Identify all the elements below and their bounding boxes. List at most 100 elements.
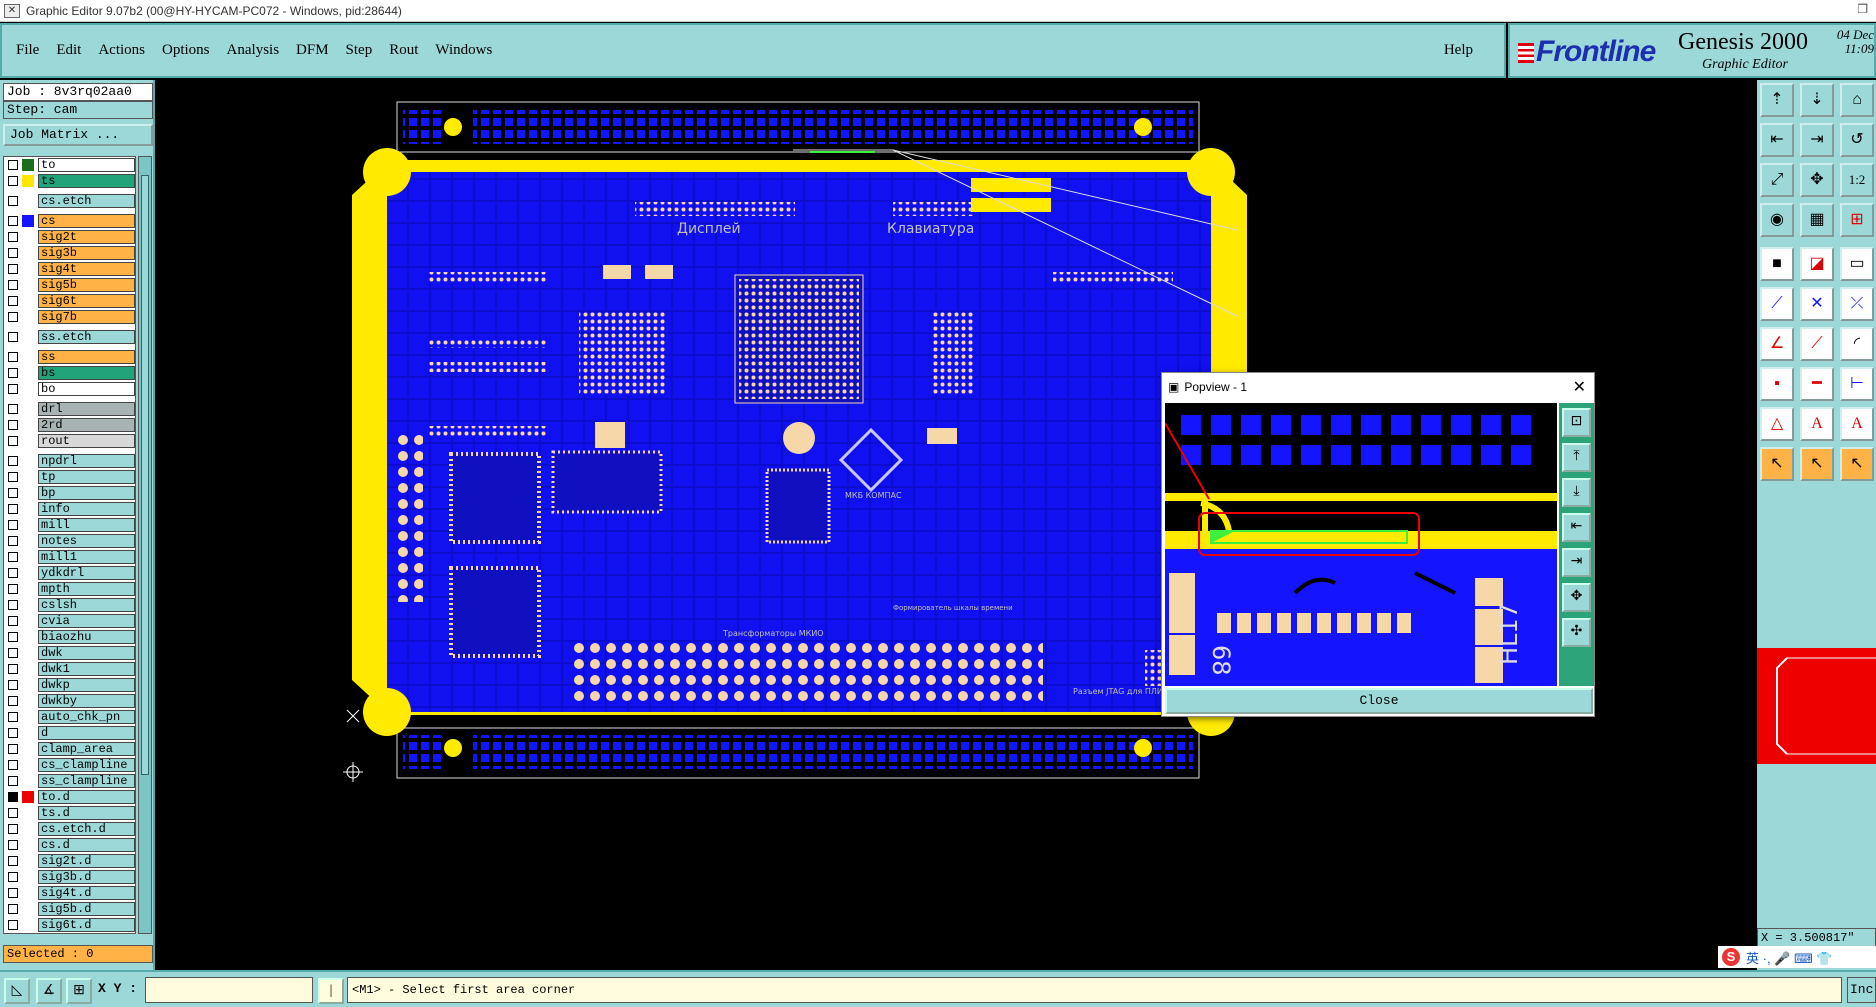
layer-checkbox[interactable] xyxy=(8,696,18,706)
layer-checkbox[interactable] xyxy=(8,856,18,866)
layer-color-swatch[interactable] xyxy=(22,435,34,447)
layer-name[interactable]: sig4t.d xyxy=(38,886,135,900)
layer-list[interactable]: to ts cs.etch cs sig2t sig3b sig4t sig5b sig6t si… xyxy=(3,156,136,934)
layer-checkbox[interactable] xyxy=(8,824,18,834)
layer-color-swatch[interactable] xyxy=(22,759,34,771)
layer-color-swatch[interactable] xyxy=(22,903,34,915)
menu-windows[interactable]: Windows xyxy=(435,42,492,59)
layer-row[interactable]: sig5b.d xyxy=(4,901,135,917)
layer-color-swatch[interactable] xyxy=(22,887,34,899)
layer-name[interactable]: dwkp xyxy=(38,678,135,692)
layer-name[interactable]: ss_clampline xyxy=(38,774,135,788)
layer-name[interactable]: npdrl xyxy=(38,454,135,468)
layer-checkbox[interactable] xyxy=(8,792,18,802)
grid-icon[interactable]: ▦ xyxy=(1800,203,1834,237)
layer-checkbox[interactable] xyxy=(8,632,18,642)
layer-name[interactable]: drl xyxy=(38,402,135,416)
add-arc-icon[interactable]: ⤫ xyxy=(1840,287,1874,321)
layer-row[interactable]: bp xyxy=(4,485,135,501)
layer-checkbox[interactable] xyxy=(8,248,18,258)
layer-row[interactable]: clamp_area xyxy=(4,741,135,757)
layer-row[interactable]: cs_clampline xyxy=(4,757,135,773)
layer-row[interactable]: sig5b xyxy=(4,277,135,293)
pointer-select-icon[interactable]: ↖ xyxy=(1800,447,1834,481)
snap-mode-icon[interactable]: ◺ xyxy=(4,978,30,1004)
snap-icon[interactable]: ⊞ xyxy=(1840,203,1874,237)
text-b-icon[interactable]: A xyxy=(1840,407,1874,441)
layer-checkbox[interactable] xyxy=(8,568,18,578)
menu-file[interactable]: File xyxy=(16,42,39,59)
sogou-icon[interactable]: S xyxy=(1722,948,1740,966)
layer-checkbox[interactable] xyxy=(8,872,18,882)
layer-row[interactable]: biaozhu xyxy=(4,629,135,645)
popview-window[interactable]: ▣ Popview - 1 ✕ HL17 68 ⊡ ⤒ ⤓ ⇤ ⇥ ✥ ✣ Cl… xyxy=(1161,372,1595,717)
layer-row[interactable]: cs.etch.d xyxy=(4,821,135,837)
layer-color-swatch[interactable] xyxy=(22,367,34,379)
stretch-icon[interactable]: ⊢ xyxy=(1840,367,1874,401)
layer-name[interactable]: sig3b xyxy=(38,246,135,260)
zoom-home-icon[interactable]: ⇡ xyxy=(1760,83,1794,117)
layer-name[interactable]: ss.etch xyxy=(38,330,135,344)
pointer-edit-icon[interactable]: ↖ xyxy=(1840,447,1874,481)
layer-name[interactable]: bo xyxy=(38,382,135,396)
layer-row[interactable]: cs xyxy=(4,213,135,229)
layer-color-swatch[interactable] xyxy=(22,519,34,531)
layer-color-swatch[interactable] xyxy=(22,599,34,611)
zoom-area-icon[interactable]: ✥ xyxy=(1800,163,1834,197)
layer-color-swatch[interactable] xyxy=(22,775,34,787)
center-icon[interactable]: ✣ xyxy=(1562,618,1591,647)
layer-color-swatch[interactable] xyxy=(22,647,34,659)
layer-name[interactable]: sig6t.d xyxy=(38,918,135,932)
add-pad-icon[interactable]: ✕ xyxy=(1800,287,1834,321)
layer-checkbox[interactable] xyxy=(8,760,18,770)
layer-name[interactable]: ss xyxy=(38,350,135,364)
layer-name[interactable]: dwk xyxy=(38,646,135,660)
layer-color-swatch[interactable] xyxy=(22,919,34,931)
layer-color-swatch[interactable] xyxy=(22,503,34,515)
layer-row[interactable]: bs xyxy=(4,365,135,381)
zoom-out-icon[interactable]: ⤓ xyxy=(1562,478,1591,507)
layer-color-swatch[interactable] xyxy=(22,295,34,307)
layer-checkbox[interactable] xyxy=(8,312,18,322)
ime-toolbar[interactable]: S 英 ·, 🎤 ⌨ 👕 xyxy=(1718,946,1876,968)
layer-checkbox[interactable] xyxy=(8,160,18,170)
layer-checkbox[interactable] xyxy=(8,712,18,722)
fit-icon[interactable]: ✥ xyxy=(1562,583,1591,612)
layer-row[interactable]: sig3b xyxy=(4,245,135,261)
delete-icon[interactable]: ▪ xyxy=(1760,367,1794,401)
layer-color-swatch[interactable] xyxy=(22,727,34,739)
layer-name[interactable]: ydkdrl xyxy=(38,566,135,580)
layer-name[interactable]: clamp_area xyxy=(38,742,135,756)
resize-icon[interactable]: ━ xyxy=(1800,367,1834,401)
layer-name[interactable]: tp xyxy=(38,470,135,484)
layer-name[interactable]: info xyxy=(38,502,135,516)
layer-checkbox[interactable] xyxy=(8,840,18,850)
layer-row[interactable]: sig6t xyxy=(4,293,135,309)
layer-name[interactable]: auto_chk_pn xyxy=(38,710,135,724)
layer-row[interactable]: sig7b xyxy=(4,309,135,325)
layer-name[interactable]: sig5b xyxy=(38,278,135,292)
ime-status[interactable]: 英 ·, 🎤 ⌨ 👕 xyxy=(1746,948,1833,967)
layer-name[interactable]: notes xyxy=(38,534,135,548)
layer-color-swatch[interactable] xyxy=(22,615,34,627)
popview-close-icon[interactable]: ✕ xyxy=(1573,377,1586,397)
layer-checkbox[interactable] xyxy=(8,404,18,414)
layer-row[interactable]: mill1 xyxy=(4,549,135,565)
layer-row[interactable]: ts xyxy=(4,173,135,189)
layer-checkbox[interactable] xyxy=(8,920,18,930)
layer-row[interactable]: dwk1 xyxy=(4,661,135,677)
zoom-in-icon[interactable]: ⤒ xyxy=(1562,443,1591,472)
layer-color-swatch[interactable] xyxy=(22,567,34,579)
layer-row[interactable]: dwk xyxy=(4,645,135,661)
layer-color-swatch[interactable] xyxy=(22,351,34,363)
layer-name[interactable]: dwk1 xyxy=(38,662,135,676)
text-a-icon[interactable]: A xyxy=(1800,407,1834,441)
layer-color-swatch[interactable] xyxy=(22,711,34,723)
layer-name[interactable]: cs.d xyxy=(38,838,135,852)
popview-close-button[interactable]: Close xyxy=(1165,688,1593,714)
layer-row[interactable]: npdrl xyxy=(4,453,135,469)
layer-row[interactable]: notes xyxy=(4,533,135,549)
layer-scrollbar[interactable] xyxy=(138,156,152,934)
pan-left-icon[interactable]: ⇤ xyxy=(1562,513,1591,542)
layer-checkbox[interactable] xyxy=(8,384,18,394)
